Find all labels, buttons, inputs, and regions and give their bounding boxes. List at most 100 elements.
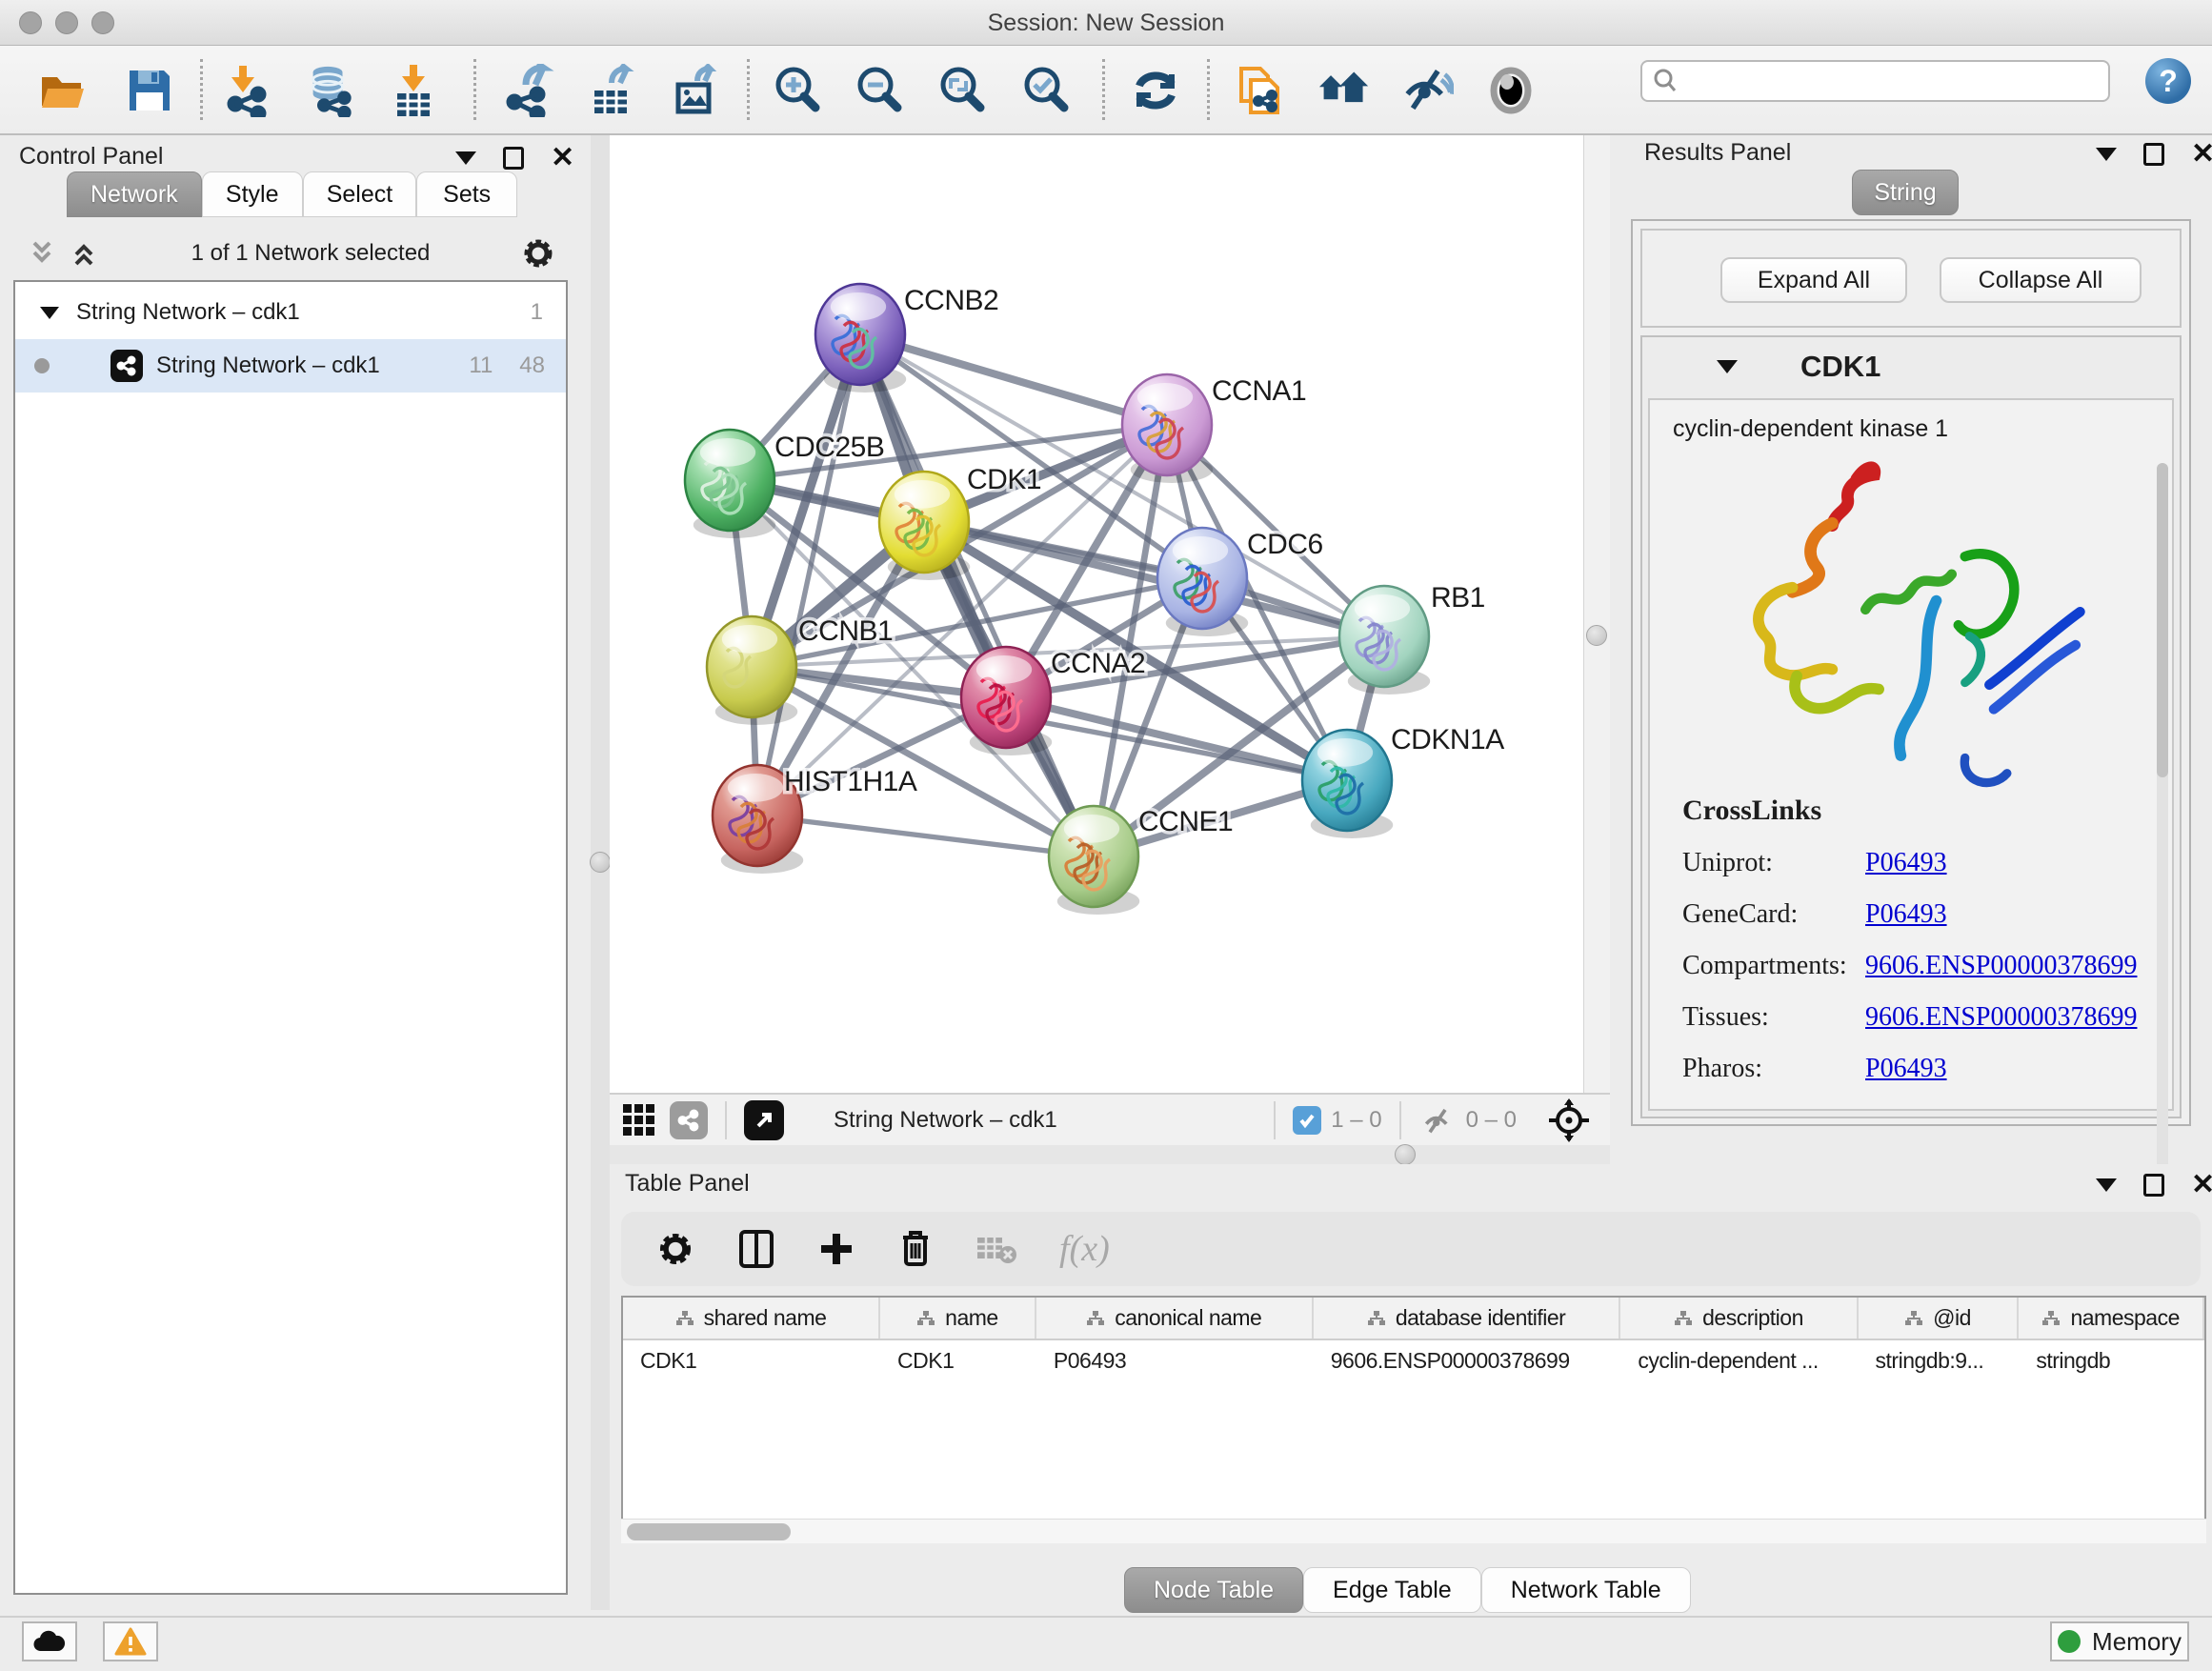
zoom-selected-button[interactable] xyxy=(1020,65,1072,116)
gear-icon[interactable] xyxy=(520,235,556,272)
panel-menu-icon[interactable] xyxy=(2096,1178,2117,1192)
node-CCNB1[interactable] xyxy=(707,616,797,725)
preview-orb-button[interactable] xyxy=(1485,65,1537,116)
float-panel-icon[interactable] xyxy=(503,147,524,170)
table-cell[interactable]: cyclin-dependent ... xyxy=(1620,1340,1858,1381)
right-splitter-grip[interactable] xyxy=(1586,625,1607,646)
table-hscrollbar[interactable] xyxy=(621,1519,2206,1543)
save-session-button[interactable] xyxy=(124,65,175,116)
column-header-shared-name[interactable]: shared name xyxy=(623,1298,880,1339)
table-row[interactable]: CDK1CDK1P064939606.ENSP00000378699cyclin… xyxy=(623,1340,2204,1381)
search-box[interactable] xyxy=(1640,60,2110,102)
node-CCNE1[interactable] xyxy=(1049,806,1139,915)
node-CCNB2[interactable] xyxy=(815,284,906,393)
node-RB1[interactable] xyxy=(1339,586,1430,695)
crosslink-link[interactable]: P06493 xyxy=(1865,1054,1947,1084)
search-input[interactable] xyxy=(1679,69,2088,93)
edge-CCNB2-CCNA1[interactable] xyxy=(860,334,1167,425)
zoom-in-button[interactable] xyxy=(772,65,823,116)
close-panel-icon[interactable]: ✕ xyxy=(2191,1174,2212,1197)
column-header--id[interactable]: @id xyxy=(1859,1298,2020,1339)
open-session-button[interactable] xyxy=(37,65,89,116)
panel-menu-icon[interactable] xyxy=(2096,148,2117,161)
panel-menu-icon[interactable] xyxy=(455,151,476,165)
network-row[interactable]: String Network – cdk1 11 48 xyxy=(15,339,566,393)
network-badge-icon[interactable] xyxy=(670,1101,708,1139)
column-header-namespace[interactable]: namespace xyxy=(2019,1298,2204,1339)
tab-style[interactable]: Style xyxy=(202,171,303,217)
import-database-button[interactable] xyxy=(304,65,355,116)
home-button[interactable] xyxy=(1318,65,1370,116)
tab-select[interactable]: Select xyxy=(303,171,416,217)
table-gear-icon[interactable] xyxy=(655,1229,695,1269)
warning-button[interactable] xyxy=(103,1621,158,1661)
tab-sets[interactable]: Sets xyxy=(416,171,517,217)
tab-network[interactable]: Network xyxy=(67,171,202,217)
crosslink-link[interactable]: 9606.ENSP00000378699 xyxy=(1865,951,2137,981)
network-canvas[interactable]: CCNB2CCNA1CDC25BCDK1CDC6RB1CCNB1CCNA2CDK… xyxy=(610,135,1583,1093)
hide-unhide-button[interactable] xyxy=(1402,65,1454,116)
selected-checkbox[interactable] xyxy=(1293,1106,1321,1135)
column-header-description[interactable]: description xyxy=(1620,1298,1858,1339)
results-scrollbar[interactable] xyxy=(2157,463,2168,1172)
node-table[interactable]: shared namenamecanonical namedatabase id… xyxy=(621,1296,2206,1536)
left-splitter-grip[interactable] xyxy=(590,852,611,873)
grid-view-icon[interactable] xyxy=(623,1104,654,1136)
gene-header[interactable]: CDK1 xyxy=(1642,337,2180,396)
collapse-section-icon[interactable] xyxy=(1717,360,1738,373)
fit-selected-icon[interactable] xyxy=(1547,1098,1591,1142)
cloud-status-button[interactable] xyxy=(22,1621,77,1661)
table-cell[interactable]: CDK1 xyxy=(880,1340,1036,1381)
import-table-button[interactable] xyxy=(388,65,439,116)
collapse-all-button[interactable]: Collapse All xyxy=(1940,257,2142,303)
column-header-name[interactable]: name xyxy=(880,1298,1036,1339)
crosslink-link[interactable]: P06493 xyxy=(1865,899,1947,930)
left-splitter[interactable] xyxy=(591,135,610,1610)
columns-icon[interactable] xyxy=(737,1228,775,1270)
tab-string[interactable]: String xyxy=(1852,170,1959,215)
crosslink-link[interactable]: 9606.ENSP00000378699 xyxy=(1865,1002,2137,1033)
table-hscroll-thumb[interactable] xyxy=(627,1523,791,1540)
delete-column-icon[interactable] xyxy=(897,1228,934,1270)
table-cell[interactable]: stringdb:9... xyxy=(1859,1340,2020,1381)
node-CDK1[interactable] xyxy=(879,472,970,580)
float-panel-icon[interactable] xyxy=(2143,143,2164,166)
detach-view-icon[interactable] xyxy=(744,1100,784,1140)
zoom-out-button[interactable] xyxy=(854,65,905,116)
collapse-all-icon[interactable] xyxy=(27,239,59,268)
copy-document-button[interactable] xyxy=(1234,65,1285,116)
column-header-canonical-name[interactable]: canonical name xyxy=(1036,1298,1314,1339)
add-column-icon[interactable] xyxy=(817,1230,855,1268)
edge-HIST1H1A-CCNE1[interactable] xyxy=(757,815,1094,856)
crosslink-link[interactable]: P06493 xyxy=(1865,848,1947,878)
node-CDC25B[interactable] xyxy=(685,430,775,538)
help-button[interactable]: ? xyxy=(2145,58,2191,104)
tab-network-table[interactable]: Network Table xyxy=(1481,1567,1691,1613)
zoom-fit-button[interactable] xyxy=(936,65,988,116)
node-CDKN1A[interactable] xyxy=(1302,730,1393,838)
table-cell[interactable]: P06493 xyxy=(1036,1340,1314,1381)
import-network-button[interactable] xyxy=(222,65,273,116)
table-cell[interactable]: CDK1 xyxy=(623,1340,880,1381)
export-image-button[interactable] xyxy=(671,65,722,116)
export-network-button[interactable] xyxy=(503,65,554,116)
close-panel-icon[interactable]: ✕ xyxy=(551,147,574,170)
export-table-button[interactable] xyxy=(587,65,638,116)
node-CDC6[interactable] xyxy=(1157,528,1248,636)
refresh-button[interactable] xyxy=(1130,65,1181,116)
memory-button[interactable]: Memory xyxy=(2050,1621,2189,1661)
tree-expander-icon[interactable] xyxy=(40,307,59,319)
close-panel-icon[interactable]: ✕ xyxy=(2191,143,2212,166)
column-header-database-identifier[interactable]: database identifier xyxy=(1314,1298,1621,1339)
edge-CCNB2-HIST1H1A[interactable] xyxy=(757,334,860,815)
tab-edge-table[interactable]: Edge Table xyxy=(1303,1567,1481,1613)
node-CCNA2[interactable] xyxy=(961,647,1052,755)
float-panel-icon[interactable] xyxy=(2143,1174,2164,1197)
table-cell[interactable]: 9606.ENSP00000378699 xyxy=(1314,1340,1621,1381)
bottom-splitter-grip[interactable] xyxy=(1395,1144,1416,1165)
table-cell[interactable]: stringdb xyxy=(2019,1340,2204,1381)
expand-all-button[interactable]: Expand All xyxy=(1720,257,1907,303)
network-collection-row[interactable]: String Network – cdk1 1 xyxy=(15,286,566,339)
expand-all-icon[interactable] xyxy=(69,239,101,268)
node-CCNA1[interactable] xyxy=(1122,374,1213,483)
